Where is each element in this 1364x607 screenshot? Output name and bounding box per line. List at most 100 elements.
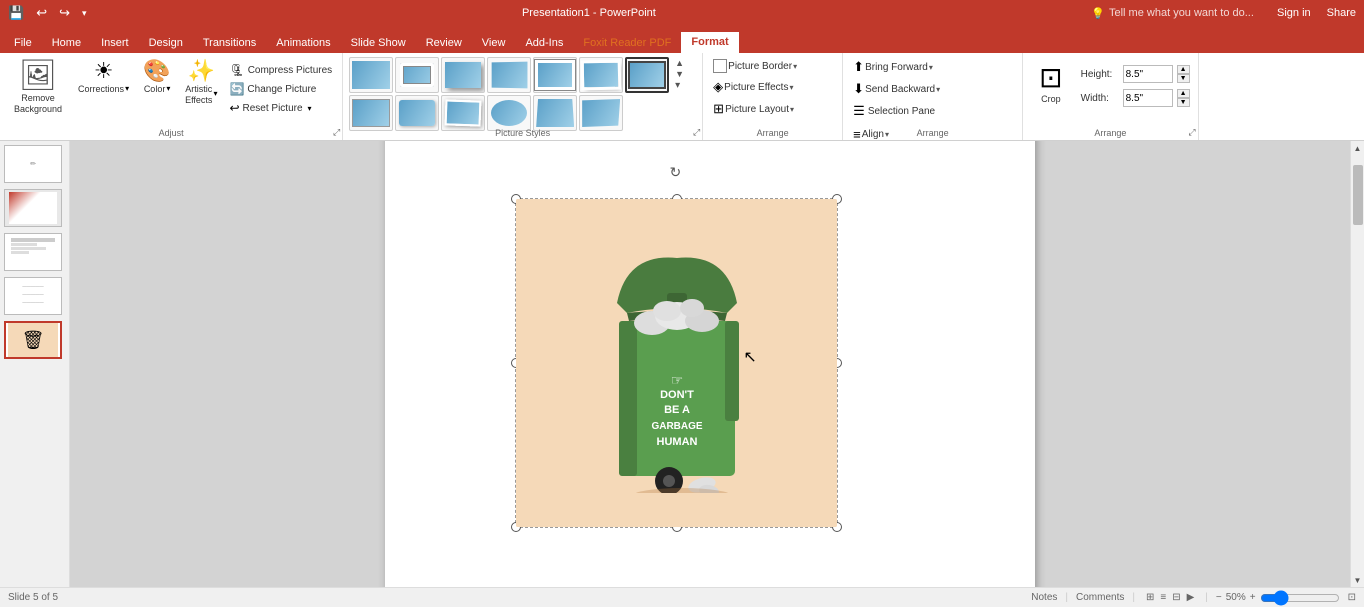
selected-image[interactable]: ↻ bbox=[515, 198, 838, 528]
height-input[interactable] bbox=[1123, 65, 1173, 83]
remove-background-button[interactable]: 🖼 RemoveBackground bbox=[6, 57, 70, 119]
compress-icon: 🗜 bbox=[229, 63, 244, 77]
tab-animations[interactable]: Animations bbox=[266, 33, 340, 53]
adjust-expand-icon[interactable]: ⤢ bbox=[333, 127, 340, 138]
bring-forward-arrow: ▾ bbox=[929, 63, 933, 72]
gallery-item-10[interactable] bbox=[441, 95, 485, 131]
height-up[interactable]: ▲ bbox=[1177, 65, 1190, 74]
slide-5-thumb[interactable]: 🗑 bbox=[4, 321, 62, 359]
picture-effects-button[interactable]: ◈ Picture Effects ▾ bbox=[709, 77, 836, 97]
gallery-item-13[interactable] bbox=[579, 95, 623, 131]
svg-text:DON'T: DON'T bbox=[660, 389, 694, 401]
picture-layout-button[interactable]: ⊞ Picture Layout ▾ bbox=[709, 99, 836, 119]
share-button[interactable]: Share bbox=[1327, 7, 1356, 19]
slide-1-thumb[interactable]: ✏ bbox=[4, 145, 62, 183]
canvas-area[interactable]: ↻ bbox=[70, 141, 1350, 587]
gallery-scroll-more[interactable]: ▾ bbox=[673, 80, 686, 92]
quick-access-redo[interactable]: ↪ bbox=[59, 5, 70, 21]
height-down[interactable]: ▼ bbox=[1177, 74, 1190, 83]
tab-foxit[interactable]: Foxit Reader PDF bbox=[573, 33, 681, 53]
ribbon-top-left: 💾 ↩ ↪ ▾ bbox=[8, 5, 87, 21]
slide-5-wrapper: 5 🗑 bbox=[4, 321, 65, 359]
status-notes[interactable]: Notes bbox=[1031, 592, 1057, 603]
tab-design[interactable]: Design bbox=[139, 33, 193, 53]
zoom-slider[interactable] bbox=[1260, 590, 1340, 606]
tab-slideshow[interactable]: Slide Show bbox=[341, 33, 416, 53]
rotate-handle[interactable]: ↻ bbox=[670, 164, 684, 178]
gallery-item-8[interactable] bbox=[349, 95, 393, 131]
bring-forward-button[interactable]: ⬆ Bring Forward ▾ bbox=[849, 57, 1016, 77]
right-scrollbar[interactable]: ▲ ▼ bbox=[1350, 141, 1364, 587]
compress-pictures-button[interactable]: 🗜 Compress Pictures bbox=[225, 61, 336, 79]
slide-3-thumb[interactable] bbox=[4, 233, 62, 271]
tab-format[interactable]: Format bbox=[681, 32, 738, 53]
reset-picture-button[interactable]: ↩ Reset Picture ▾ bbox=[225, 99, 336, 117]
zoom-in-button[interactable]: + bbox=[1250, 592, 1256, 603]
selection-pane-button[interactable]: ☰ Selection Pane bbox=[849, 101, 1016, 121]
slide-sorter-button[interactable]: ⊟ bbox=[1172, 592, 1180, 603]
normal-view-button[interactable]: ⊞ bbox=[1146, 592, 1154, 603]
picture-styles-expand-icon[interactable]: ⤢ bbox=[693, 127, 700, 138]
tab-home[interactable]: Home bbox=[42, 33, 91, 53]
scroll-track[interactable] bbox=[1351, 155, 1364, 573]
crop-label: Crop bbox=[1041, 94, 1061, 104]
gallery-item-4[interactable] bbox=[487, 57, 531, 93]
svg-text:GARBAGE: GARBAGE bbox=[651, 421, 702, 432]
quick-access-save[interactable]: 💾 bbox=[8, 5, 24, 21]
gallery-item-2[interactable] bbox=[395, 57, 439, 93]
tab-view[interactable]: View bbox=[472, 33, 516, 53]
tab-file[interactable]: File bbox=[4, 33, 42, 53]
outline-view-button[interactable]: ≡ bbox=[1160, 592, 1166, 603]
tab-transitions[interactable]: Transitions bbox=[193, 33, 266, 53]
gallery-item-7[interactable] bbox=[625, 57, 669, 93]
tab-insert[interactable]: Insert bbox=[91, 33, 139, 53]
slide-2-thumb[interactable] bbox=[4, 189, 62, 227]
gallery-item-3[interactable] bbox=[441, 57, 485, 93]
remove-bg-icon: 🖼 bbox=[19, 61, 57, 91]
width-up[interactable]: ▲ bbox=[1177, 89, 1190, 98]
gallery-item-9[interactable] bbox=[395, 95, 439, 131]
crop-icon: ⊡ bbox=[1039, 64, 1062, 92]
tell-me-input[interactable] bbox=[1109, 7, 1269, 19]
effects-items: Picture Border ▾ ◈ Picture Effects ▾ ⊞ P… bbox=[709, 57, 836, 119]
zoom-out-button[interactable]: − bbox=[1216, 592, 1222, 603]
width-down[interactable]: ▼ bbox=[1177, 98, 1190, 107]
artistic-effects-button[interactable]: ✨ ArtisticEffects ▾ bbox=[179, 57, 223, 109]
tab-review[interactable]: Review bbox=[416, 33, 472, 53]
size-group: ⊡ Crop Height: ▲ ▼ Width: ▲ bbox=[1023, 53, 1198, 140]
slideshow-button[interactable]: ▶ bbox=[1187, 592, 1195, 603]
gallery-items: ▲ ▼ ▾ bbox=[349, 57, 698, 93]
quick-access-menu[interactable]: ▾ bbox=[82, 8, 87, 19]
status-comments[interactable]: Comments bbox=[1076, 592, 1124, 603]
gallery-item-1[interactable] bbox=[349, 57, 393, 93]
fit-slide-button[interactable]: ⊡ bbox=[1348, 592, 1356, 603]
sign-in-button[interactable]: Sign in bbox=[1277, 7, 1311, 19]
gallery-scroll-down[interactable]: ▼ bbox=[673, 69, 686, 80]
quick-access-undo[interactable]: ↩ bbox=[36, 5, 47, 21]
change-pic-label: Change Picture bbox=[247, 84, 316, 95]
gallery-scroll-up[interactable]: ▲ bbox=[673, 58, 686, 69]
gallery-item-6[interactable] bbox=[579, 57, 623, 93]
size-expand-icon[interactable]: ⤢ bbox=[1188, 127, 1195, 138]
crop-button[interactable]: ⊡ Crop bbox=[1029, 57, 1072, 107]
gallery-item-5[interactable] bbox=[533, 57, 577, 93]
change-picture-button[interactable]: 🔄 Change Picture bbox=[225, 80, 336, 98]
gallery-item-12[interactable] bbox=[533, 95, 577, 131]
scroll-up-button[interactable]: ▲ bbox=[1351, 141, 1364, 155]
height-row: Height: ▲ ▼ bbox=[1081, 65, 1190, 83]
tab-addins[interactable]: Add-Ins bbox=[515, 33, 573, 53]
gallery-item-11[interactable] bbox=[487, 95, 531, 131]
size-group-label: Arrange bbox=[1023, 128, 1197, 138]
slide-2-wrapper: 2 bbox=[4, 189, 65, 227]
tell-me-bar[interactable]: 💡 bbox=[1091, 7, 1269, 20]
width-input[interactable] bbox=[1123, 89, 1173, 107]
scroll-down-button[interactable]: ▼ bbox=[1351, 573, 1364, 587]
scroll-thumb[interactable] bbox=[1353, 165, 1363, 225]
send-backward-button[interactable]: ⬇ Send Backward ▾ bbox=[849, 79, 1016, 99]
picture-border-button[interactable]: Picture Border ▾ bbox=[709, 57, 836, 75]
color-button[interactable]: 🎨 Color ▾ bbox=[137, 57, 177, 98]
slide-4-thumb[interactable]: ─────────────── bbox=[4, 277, 62, 315]
artistic-effects-icon: ✨ bbox=[188, 60, 215, 82]
artistic-effects-label: ArtisticEffects bbox=[185, 84, 212, 106]
corrections-button[interactable]: ☀ Corrections ▾ bbox=[72, 57, 135, 98]
